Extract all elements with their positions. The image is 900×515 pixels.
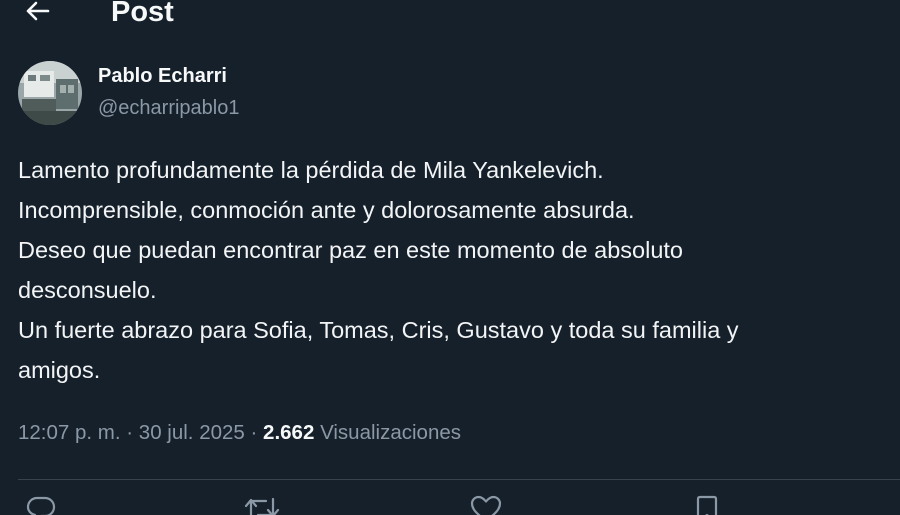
heart-icon xyxy=(470,495,502,515)
divider xyxy=(18,479,900,480)
tweet-line: Lamento profundamente la pérdida de Mila… xyxy=(18,157,604,183)
author-handle[interactable]: @echarripablo1 xyxy=(98,94,240,122)
tweet-meta: 12:07 p. m. · 30 jul. 2025 · 2.662 Visua… xyxy=(18,418,461,448)
post-date[interactable]: 30 jul. 2025 xyxy=(139,421,245,444)
tweet-line: Deseo que puedan encontrar paz en este m… xyxy=(18,237,683,263)
views-count: 2.662 xyxy=(263,421,315,444)
back-button[interactable] xyxy=(22,0,52,26)
views-label: Visualizaciones xyxy=(320,421,461,444)
bookmark-button[interactable] xyxy=(694,495,720,515)
author-name[interactable]: Pablo Echarri xyxy=(98,62,240,90)
avatar-photo xyxy=(18,61,82,125)
page-title: Post xyxy=(111,0,174,28)
meta-separator: · xyxy=(126,421,134,444)
reply-icon xyxy=(26,496,56,515)
reply-button[interactable] xyxy=(26,495,56,515)
like-button[interactable] xyxy=(470,495,502,515)
meta-separator: · xyxy=(250,421,258,444)
action-bar xyxy=(0,495,900,515)
tweet-line: Incomprensible, conmoción ante y doloros… xyxy=(18,197,635,223)
tweet-line: desconsuelo. xyxy=(18,277,157,303)
author-info: Pablo Echarri @echarripablo1 xyxy=(98,62,240,122)
tweet-line: Un fuerte abrazo para Sofia, Tomas, Cris… xyxy=(18,317,739,343)
tweet-text: Lamento profundamente la pérdida de Mila… xyxy=(18,150,898,390)
tweet-line: amigos. xyxy=(18,357,101,383)
arrow-left-icon xyxy=(26,1,50,21)
retweet-icon xyxy=(244,497,280,515)
avatar[interactable] xyxy=(18,61,82,125)
retweet-button[interactable] xyxy=(244,495,280,515)
post-time[interactable]: 12:07 p. m. xyxy=(18,421,121,444)
bookmark-icon xyxy=(696,495,718,515)
post-header: Post xyxy=(0,0,900,40)
